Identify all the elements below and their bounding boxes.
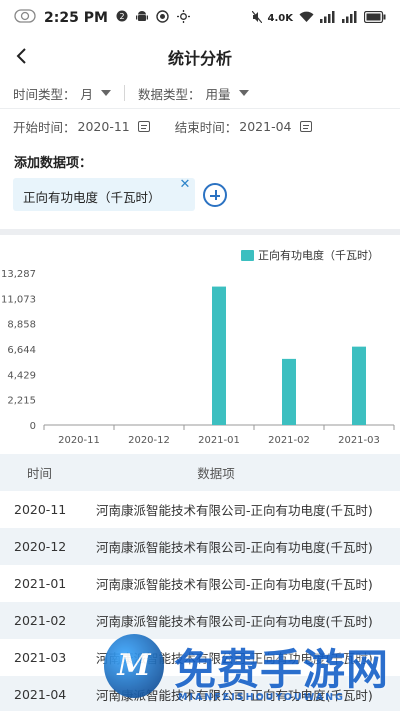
watermark-text: 免费手游网 (174, 645, 390, 694)
data-type-dropdown[interactable]: 数据类型： 用量 (138, 84, 249, 103)
type-filter-row: 时间类型： 月 数据类型： 用量 (0, 80, 400, 106)
data-item-chip[interactable]: 正向有功电度（千瓦时） ✕ (13, 178, 195, 211)
header-time: 时间 (27, 466, 53, 481)
chart-svg: 13,287 11,073 8,858 6,644 4,429 2,215 0 2020-11… (1, 248, 395, 446)
section-divider (0, 229, 400, 235)
site-watermark: M 免费手游网 MIANFEISHOUYOUWANG (100, 632, 400, 711)
start-date-label: 开始时间： (13, 119, 76, 135)
table-row: 2020-12 河南康派智能技术有限公司-正向有功电度(千瓦时) (0, 528, 400, 565)
bar-2021-03 (352, 346, 366, 425)
row-item: 河南康派智能技术有限公司-正向有功电度(千瓦时) (96, 503, 373, 518)
chevron-left-icon (16, 48, 26, 64)
time-type-dropdown[interactable]: 时间类型： 月 (13, 84, 112, 103)
start-date-picker[interactable]: 开始时间： 2020-11 (13, 117, 150, 136)
signal-icon-2 (342, 10, 358, 26)
date-filter-row: 开始时间： 2020-11 结束时间： 2021-04 (0, 113, 400, 139)
watermark-logo: M (104, 634, 164, 698)
page-title: 统计分析 (167, 49, 232, 68)
row-item: 河南康派智能技术有限公司-正向有功电度(千瓦时) (96, 540, 373, 555)
divider (124, 85, 126, 101)
add-data-item-button[interactable] (203, 183, 227, 207)
legend-swatch (241, 250, 254, 261)
brightness-icon (176, 9, 190, 27)
bar-chart: 13,287 11,073 8,858 6,644 4,429 2,215 0 2020-11… (0, 236, 400, 452)
row-time: 2020-11 (14, 502, 67, 517)
row-item: 河南康派智能技术有限公司-正向有功电度(千瓦时) (96, 614, 373, 629)
table-row: 2021-01 河南康派智能技术有限公司-正向有功电度(千瓦时) (0, 565, 400, 602)
record-icon (156, 9, 169, 27)
calendar-icon (137, 120, 150, 132)
data-type-label: 数据类型： (138, 86, 201, 102)
y-tick-label: 8,858 (7, 320, 36, 331)
caret-down-icon (101, 90, 112, 96)
caret-down-icon (238, 90, 249, 96)
net-speed: 4.0K (267, 12, 293, 24)
row-time: 2021-04 (14, 687, 67, 702)
table-row: 2020-11 河南康派智能技术有限公司-正向有功电度(千瓦时) (0, 491, 400, 528)
wifi-icon (299, 11, 314, 26)
end-date-picker[interactable]: 结束时间： 2021-04 (175, 117, 312, 136)
row-item: 河南康派智能技术有限公司-正向有功电度(千瓦时) (96, 577, 373, 592)
end-date-label: 结束时间： (174, 119, 238, 135)
table-header: 时间 数据项 (0, 454, 400, 491)
y-tick-label: 11,073 (1, 294, 36, 305)
signal-icon-1 (320, 10, 336, 26)
row-time: 2021-01 (14, 576, 67, 591)
row-time: 2020-12 (14, 539, 67, 554)
nav-bar: 统计分析 (0, 36, 400, 78)
x-tick-label: 2020-12 (128, 435, 170, 446)
add-data-item-label: 添加数据项： (14, 156, 93, 171)
battery-icon (363, 10, 386, 26)
row-time: 2021-03 (14, 650, 67, 665)
end-date-value: 2021-04 (239, 118, 292, 134)
data-type-value: 用量 (205, 86, 231, 102)
y-tick-label: 6,644 (7, 345, 36, 356)
y-tick-label: 0 (30, 421, 36, 432)
calendar-icon (299, 120, 312, 132)
start-date-value: 2020-11 (77, 118, 130, 134)
android-icon (135, 10, 148, 27)
time-type-label: 时间类型： (13, 86, 76, 102)
status-time: 2:25 PM (44, 10, 108, 26)
x-tick-label: 2021-02 (268, 435, 310, 446)
notification-badge-icon: 2 (116, 10, 128, 26)
x-tick-label: 2020-11 (58, 435, 100, 446)
status-bar: 2:25 PM 2 4.0K (0, 0, 400, 36)
y-tick-label: 2,215 (7, 396, 36, 407)
chip-label: 正向有功电度（千瓦时） (23, 190, 161, 205)
legend-label: 正向有功电度（千瓦时） (258, 248, 379, 262)
remove-chip-icon[interactable]: ✕ (178, 178, 192, 192)
circle-toggle-icon (14, 9, 36, 27)
x-tick-label: 2021-03 (338, 435, 380, 446)
bar-2021-02 (282, 358, 296, 425)
bar-2021-01 (212, 286, 226, 425)
back-button[interactable] (10, 42, 34, 70)
divider (0, 108, 400, 109)
header-item: 数据项 (197, 466, 235, 481)
time-type-value: 月 (80, 86, 94, 102)
x-tick-label: 2021-01 (198, 435, 240, 446)
y-tick-label: 13,287 (1, 269, 36, 280)
y-tick-label: 4,429 (7, 370, 36, 381)
watermark-subtext: MIANFEISHOUYOUWANG (178, 692, 345, 703)
mute-icon (251, 10, 262, 26)
row-time: 2021-02 (14, 613, 67, 628)
notif-count: 2 (119, 12, 124, 21)
